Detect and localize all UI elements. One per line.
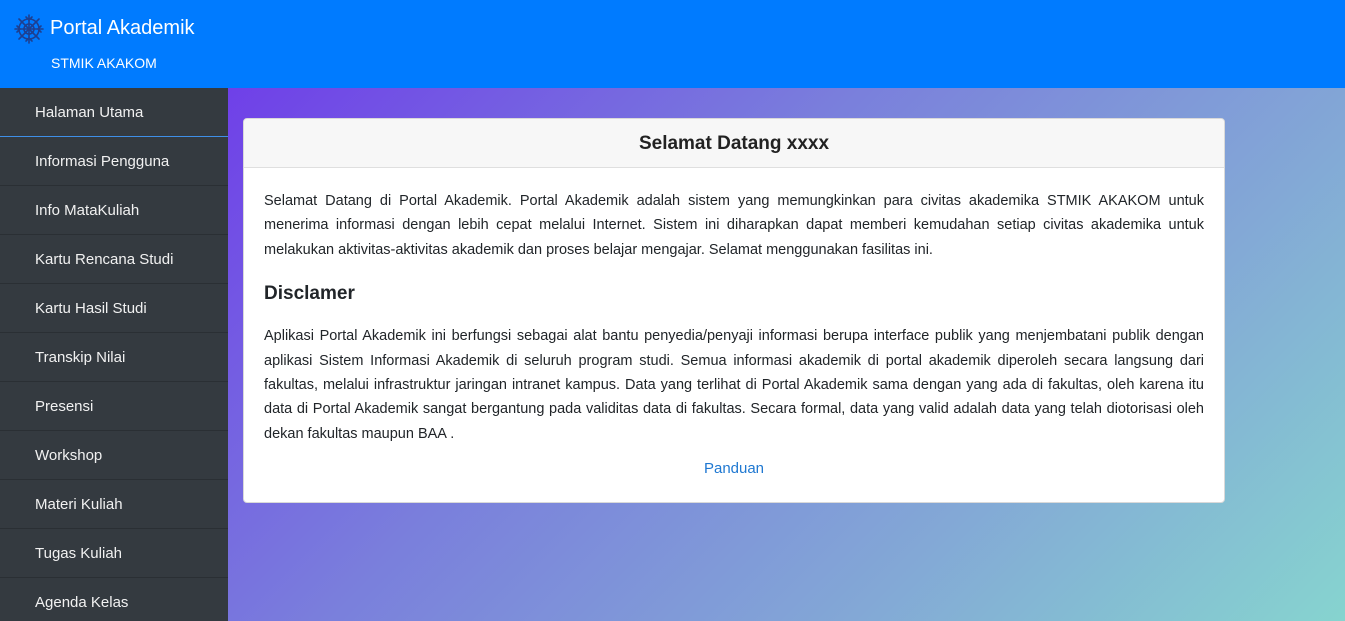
app-title: Portal Akademik	[50, 17, 195, 39]
card-body: Selamat Datang di Portal Akademik. Porta…	[244, 168, 1224, 477]
card-title: Selamat Datang xxxx	[244, 119, 1224, 168]
sidebar-item-workshop[interactable]: Workshop	[0, 431, 228, 480]
disclaimer-paragraph: Aplikasi Portal Akademik ini berfungsi s…	[264, 328, 1204, 442]
sidebar-item-kartu-hasil-studi[interactable]: Kartu Hasil Studi	[0, 284, 228, 333]
top-header: Portal Akademik STMIK AKAKOM	[0, 0, 1345, 88]
snowflake-icon	[14, 14, 44, 44]
sidebar-nav: Halaman Utama Informasi Pengguna Info Ma…	[0, 88, 228, 621]
main-content: Selamat Datang xxxx Selamat Datang di Po…	[228, 88, 1345, 621]
sidebar-item-tugas-kuliah[interactable]: Tugas Kuliah	[0, 529, 228, 578]
guide-link[interactable]: Panduan	[264, 460, 1204, 477]
disclaimer-heading: Disclamer	[264, 283, 355, 305]
sidebar-item-materi-kuliah[interactable]: Materi Kuliah	[0, 480, 228, 529]
app-subtitle: STMIK AKAKOM	[51, 55, 157, 71]
sidebar-item-kartu-rencana-studi[interactable]: Kartu Rencana Studi	[0, 235, 228, 284]
sidebar-item-transkip-nilai[interactable]: Transkip Nilai	[0, 333, 228, 382]
sidebar-item-presensi[interactable]: Presensi	[0, 382, 228, 431]
sidebar-item-agenda-kelas[interactable]: Agenda Kelas	[0, 578, 228, 621]
sidebar-item-halaman-utama[interactable]: Halaman Utama	[0, 88, 228, 137]
sidebar-item-info-matakuliah[interactable]: Info MataKuliah	[0, 186, 228, 235]
intro-paragraph: Selamat Datang di Portal Akademik. Porta…	[264, 193, 1204, 258]
welcome-card: Selamat Datang xxxx Selamat Datang di Po…	[243, 118, 1225, 503]
sidebar-item-informasi-pengguna[interactable]: Informasi Pengguna	[0, 137, 228, 186]
